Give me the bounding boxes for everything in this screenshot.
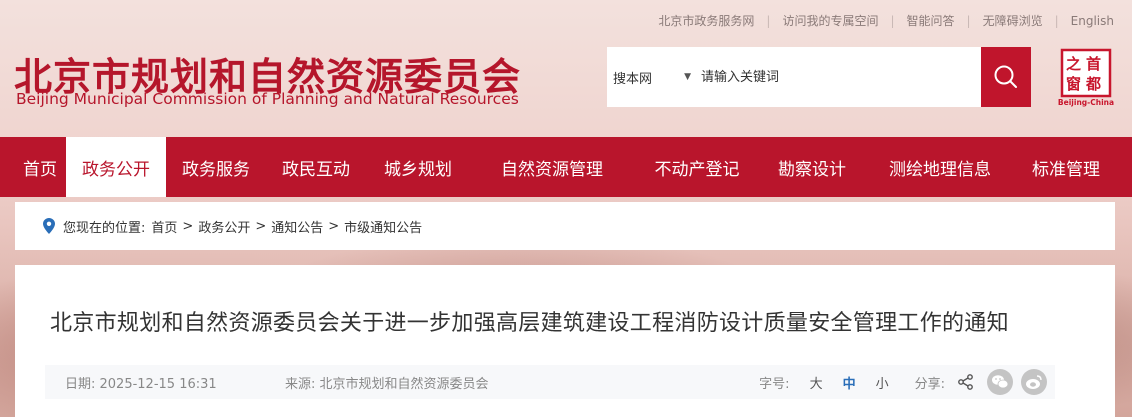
- location-pin-icon: [43, 218, 55, 234]
- article-date: 日期: 2025-12-15 16:31: [65, 376, 217, 392]
- nav-item-standards[interactable]: 标准管理: [1014, 137, 1118, 197]
- breadcrumb-item-city-notices[interactable]: 市级通知公告: [344, 217, 422, 236]
- breadcrumb-separator: >: [182, 218, 194, 234]
- article-title: 北京市规划和自然资源委员会关于进一步加强高层建筑建设工程消防设计质量安全管理工作…: [50, 311, 1009, 336]
- nav-item-natural-resources[interactable]: 自然资源管理: [476, 137, 628, 197]
- top-link-gov-service[interactable]: 北京市政务服务网: [658, 12, 754, 29]
- font-size-large[interactable]: 大: [810, 373, 823, 392]
- nav-item-survey-design[interactable]: 勘察设计: [762, 137, 862, 197]
- top-link-personal-space[interactable]: 访问我的专属空间: [782, 12, 878, 29]
- breadcrumb-prefix: 您现在的位置:: [63, 220, 146, 236]
- search-box: 搜本网 ▼: [607, 47, 1031, 107]
- nav-item-gov-open[interactable]: 政务公开: [66, 137, 166, 197]
- breadcrumb-item-notices[interactable]: 通知公告: [271, 217, 323, 236]
- wechat-icon[interactable]: [987, 369, 1013, 395]
- font-size-small[interactable]: 小: [876, 373, 889, 392]
- font-size-medium[interactable]: 中: [843, 373, 856, 392]
- svg-text:Beijing-China: Beijing-China: [1058, 98, 1114, 107]
- search-icon: [994, 65, 1017, 88]
- search-input[interactable]: [697, 47, 981, 107]
- share-label: 分享:: [914, 376, 945, 392]
- top-links: 北京市政务服务网 | 访问我的专属空间 | 智能问答 | 无障碍浏览 | Eng…: [658, 12, 1114, 29]
- caret-down-icon: ▼: [684, 72, 691, 82]
- share-icon[interactable]: [953, 369, 979, 395]
- nav-item-planning[interactable]: 城乡规划: [366, 137, 470, 197]
- nav-item-interaction[interactable]: 政民互动: [266, 137, 366, 197]
- breadcrumb-separator: >: [255, 218, 267, 234]
- breadcrumb-separator: >: [328, 218, 340, 234]
- svg-text:之: 之: [1066, 55, 1081, 73]
- svg-text:都: 都: [1085, 75, 1101, 93]
- nav-item-real-estate[interactable]: 不动产登记: [636, 137, 758, 197]
- nav-item-geoinfo[interactable]: 测绘地理信息: [868, 137, 1012, 197]
- search-scope-select[interactable]: 搜本网 ▼: [607, 68, 697, 87]
- article-meta: 日期: 2025-12-15 16:31 来源: 北京市规划和自然资源委员会 字…: [45, 365, 1055, 399]
- svg-text:窗: 窗: [1066, 75, 1081, 93]
- main-nav: 首页 政务公开 政务服务 政民互动 城乡规划 自然资源管理 不动产登记 勘察设计…: [0, 137, 1132, 197]
- top-link-accessibility[interactable]: 无障碍浏览: [983, 12, 1043, 29]
- article-panel: 北京市规划和自然资源委员会关于进一步加强高层建筑建设工程消防设计质量安全管理工作…: [15, 265, 1115, 417]
- breadcrumb-item-gov-open[interactable]: 政务公开: [198, 217, 250, 236]
- site-title-en: Beijing Municipal Commission of Planning…: [16, 90, 519, 108]
- nav-item-home[interactable]: 首页: [14, 137, 66, 197]
- breadcrumb: 您现在的位置: 首页 > 政务公开 > 通知公告 > 市级通知公告: [15, 202, 1115, 250]
- font-size-label: 字号:: [759, 376, 790, 392]
- nav-item-gov-service[interactable]: 政务服务: [166, 137, 266, 197]
- search-button[interactable]: [981, 47, 1031, 107]
- capital-window-logo[interactable]: 首 都 之 窗 Beijing-China: [1058, 48, 1114, 108]
- top-link-english[interactable]: English: [1071, 14, 1114, 28]
- article-source: 来源: 北京市规划和自然资源委员会: [285, 376, 489, 392]
- top-link-qa[interactable]: 智能问答: [907, 12, 955, 29]
- breadcrumb-item-home[interactable]: 首页: [151, 217, 177, 236]
- search-scope-label: 搜本网: [613, 71, 653, 87]
- article-tools: 字号: 大 中 小 分享:: [759, 369, 1047, 395]
- svg-text:首: 首: [1086, 55, 1101, 73]
- weibo-icon[interactable]: [1021, 369, 1047, 395]
